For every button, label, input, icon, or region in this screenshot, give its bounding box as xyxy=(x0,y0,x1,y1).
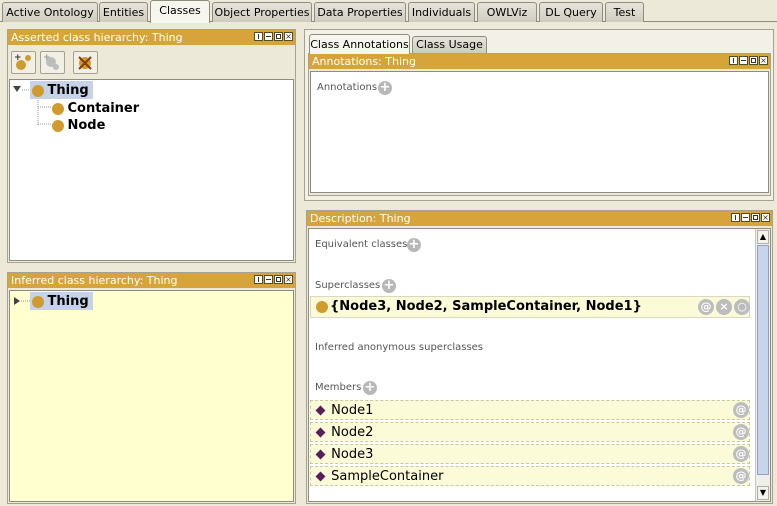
description-list: Equivalent classes + Superclasses + {Nod… xyxy=(308,228,771,502)
inferred-hierarchy-panel: Inferred class hierarchy: Thing × Thing xyxy=(7,272,296,504)
tab-data-properties[interactable]: Data Properties xyxy=(314,2,406,22)
scroll-down-arrow[interactable]: ▼ xyxy=(757,486,769,500)
svg-text:+: + xyxy=(14,53,22,63)
annotate-icon[interactable]: @ xyxy=(733,424,749,440)
superclass-row[interactable]: {Node3, Node2, SampleContainer, Node1} @… xyxy=(310,296,750,318)
member-label: Node2 xyxy=(331,425,374,440)
split-vertical-icon[interactable] xyxy=(254,32,263,41)
member-row[interactable]: Node2 @ xyxy=(310,422,750,442)
superclasses-label: Superclasses xyxy=(315,280,381,291)
tab-object-properties[interactable]: Object Properties xyxy=(212,2,312,22)
add-subclass-button[interactable]: + xyxy=(11,51,36,74)
tree-node-label: Thing xyxy=(47,83,89,98)
add-equivalent-class-icon[interactable]: + xyxy=(407,238,421,252)
asserted-hierarchy-title: Asserted class hierarchy: Thing xyxy=(11,31,183,44)
tree-node-label: Node xyxy=(67,118,106,133)
split-horizontal-icon[interactable] xyxy=(739,56,748,65)
class-icon xyxy=(52,120,64,132)
member-label: SampleContainer xyxy=(331,469,444,484)
members-label: Members xyxy=(315,382,362,393)
close-icon[interactable]: × xyxy=(759,56,768,65)
asserted-tree: Thing Container Node xyxy=(9,79,294,261)
tree-node-thing[interactable]: Thing xyxy=(30,292,93,310)
svg-text:+: + xyxy=(43,53,51,63)
add-sibling-icon: + xyxy=(43,53,59,70)
add-superclass-icon[interactable]: + xyxy=(382,279,396,293)
scroll-up-arrow[interactable]: ▲ xyxy=(757,230,769,244)
split-vertical-icon[interactable] xyxy=(731,213,740,222)
description-header: Description: Thing × xyxy=(307,211,772,226)
annotations-title: Annotations: Thing xyxy=(312,55,416,68)
float-icon[interactable] xyxy=(274,32,283,41)
inferred-hierarchy-header: Inferred class hierarchy: Thing × xyxy=(8,273,295,288)
description-scrollbar[interactable]: ▲ ▼ xyxy=(755,229,770,501)
split-horizontal-icon[interactable] xyxy=(264,275,273,284)
float-icon[interactable] xyxy=(751,213,760,222)
individual-icon xyxy=(315,471,326,482)
tab-dl-query[interactable]: DL Query xyxy=(539,2,603,22)
split-vertical-icon[interactable] xyxy=(254,275,263,284)
tree-node-label: Thing xyxy=(47,294,89,309)
member-label: Node1 xyxy=(331,403,374,418)
split-vertical-icon[interactable] xyxy=(729,56,738,65)
inferred-tree: Thing xyxy=(9,290,294,502)
add-annotation-icon[interactable]: + xyxy=(378,81,392,95)
tree-node-label: Container xyxy=(67,101,140,116)
add-member-icon[interactable]: + xyxy=(363,381,377,395)
annotations-header: Annotations: Thing × xyxy=(309,54,770,69)
scroll-thumb[interactable] xyxy=(757,245,769,475)
tab-individuals[interactable]: Individuals xyxy=(408,2,475,22)
tab-owlviz[interactable]: OWLViz xyxy=(477,2,537,22)
individual-icon xyxy=(315,405,326,416)
member-row[interactable]: Node1 @ xyxy=(310,400,750,420)
add-subclass-icon: + xyxy=(14,53,31,70)
individual-icon xyxy=(315,449,326,460)
close-icon[interactable]: × xyxy=(761,213,770,222)
tree-node-thing[interactable]: Thing xyxy=(30,81,93,99)
delete-icon[interactable]: × xyxy=(716,299,732,315)
asserted-hierarchy-header: Asserted class hierarchy: Thing × xyxy=(8,30,295,45)
annotate-icon[interactable]: @ xyxy=(733,402,749,418)
split-horizontal-icon[interactable] xyxy=(741,213,750,222)
tree-node-node[interactable]: Node xyxy=(52,116,105,133)
annotate-icon[interactable]: @ xyxy=(698,299,714,315)
member-label: Node3 xyxy=(331,447,374,462)
close-icon[interactable]: × xyxy=(284,275,293,284)
tab-test[interactable]: Test xyxy=(605,2,644,22)
close-icon[interactable]: × xyxy=(284,32,293,41)
description-panel: Description: Thing × Equivalent classes … xyxy=(306,210,773,504)
tab-classes[interactable]: Classes xyxy=(150,0,210,23)
delete-class-button[interactable] xyxy=(73,51,98,74)
tab-entities[interactable]: Entities xyxy=(99,2,148,22)
description-title: Description: Thing xyxy=(310,212,411,225)
split-horizontal-icon[interactable] xyxy=(264,32,273,41)
float-icon[interactable] xyxy=(749,56,758,65)
delete-class-icon xyxy=(78,56,92,70)
subtab-class-annotations[interactable]: Class Annotations xyxy=(309,34,410,54)
main-tab-bar: Active Ontology Entities Classes Object … xyxy=(0,0,777,23)
tab-active-ontology[interactable]: Active Ontology xyxy=(2,2,98,22)
superclass-expression: {Node3, Node2, SampleContainer, Node1} xyxy=(330,299,642,314)
class-icon xyxy=(32,85,44,97)
class-icon xyxy=(32,296,44,308)
inferred-hierarchy-title: Inferred class hierarchy: Thing xyxy=(11,274,178,287)
annotations-panel: Annotations: Thing × Annotations + xyxy=(308,53,771,196)
member-row[interactable]: SampleContainer @ xyxy=(310,466,750,486)
member-row[interactable]: Node3 @ xyxy=(310,444,750,464)
annotate-icon[interactable]: @ xyxy=(733,446,749,462)
individual-icon xyxy=(315,427,326,438)
annotate-icon[interactable]: @ xyxy=(733,468,749,484)
explain-icon[interactable]: ○ xyxy=(734,299,750,315)
subtab-class-usage[interactable]: Class Usage xyxy=(412,36,487,53)
tree-node-container[interactable]: Container xyxy=(52,99,139,116)
annotations-label: Annotations xyxy=(317,82,378,93)
float-icon[interactable] xyxy=(274,275,283,284)
annotations-list: Annotations + xyxy=(310,71,769,193)
equivalent-classes-label: Equivalent classes xyxy=(315,239,408,250)
add-sibling-button[interactable]: + xyxy=(40,51,65,74)
inferred-superclasses-label: Inferred anonymous superclasses xyxy=(315,342,484,353)
class-icon xyxy=(316,301,328,313)
class-icon xyxy=(52,103,64,115)
